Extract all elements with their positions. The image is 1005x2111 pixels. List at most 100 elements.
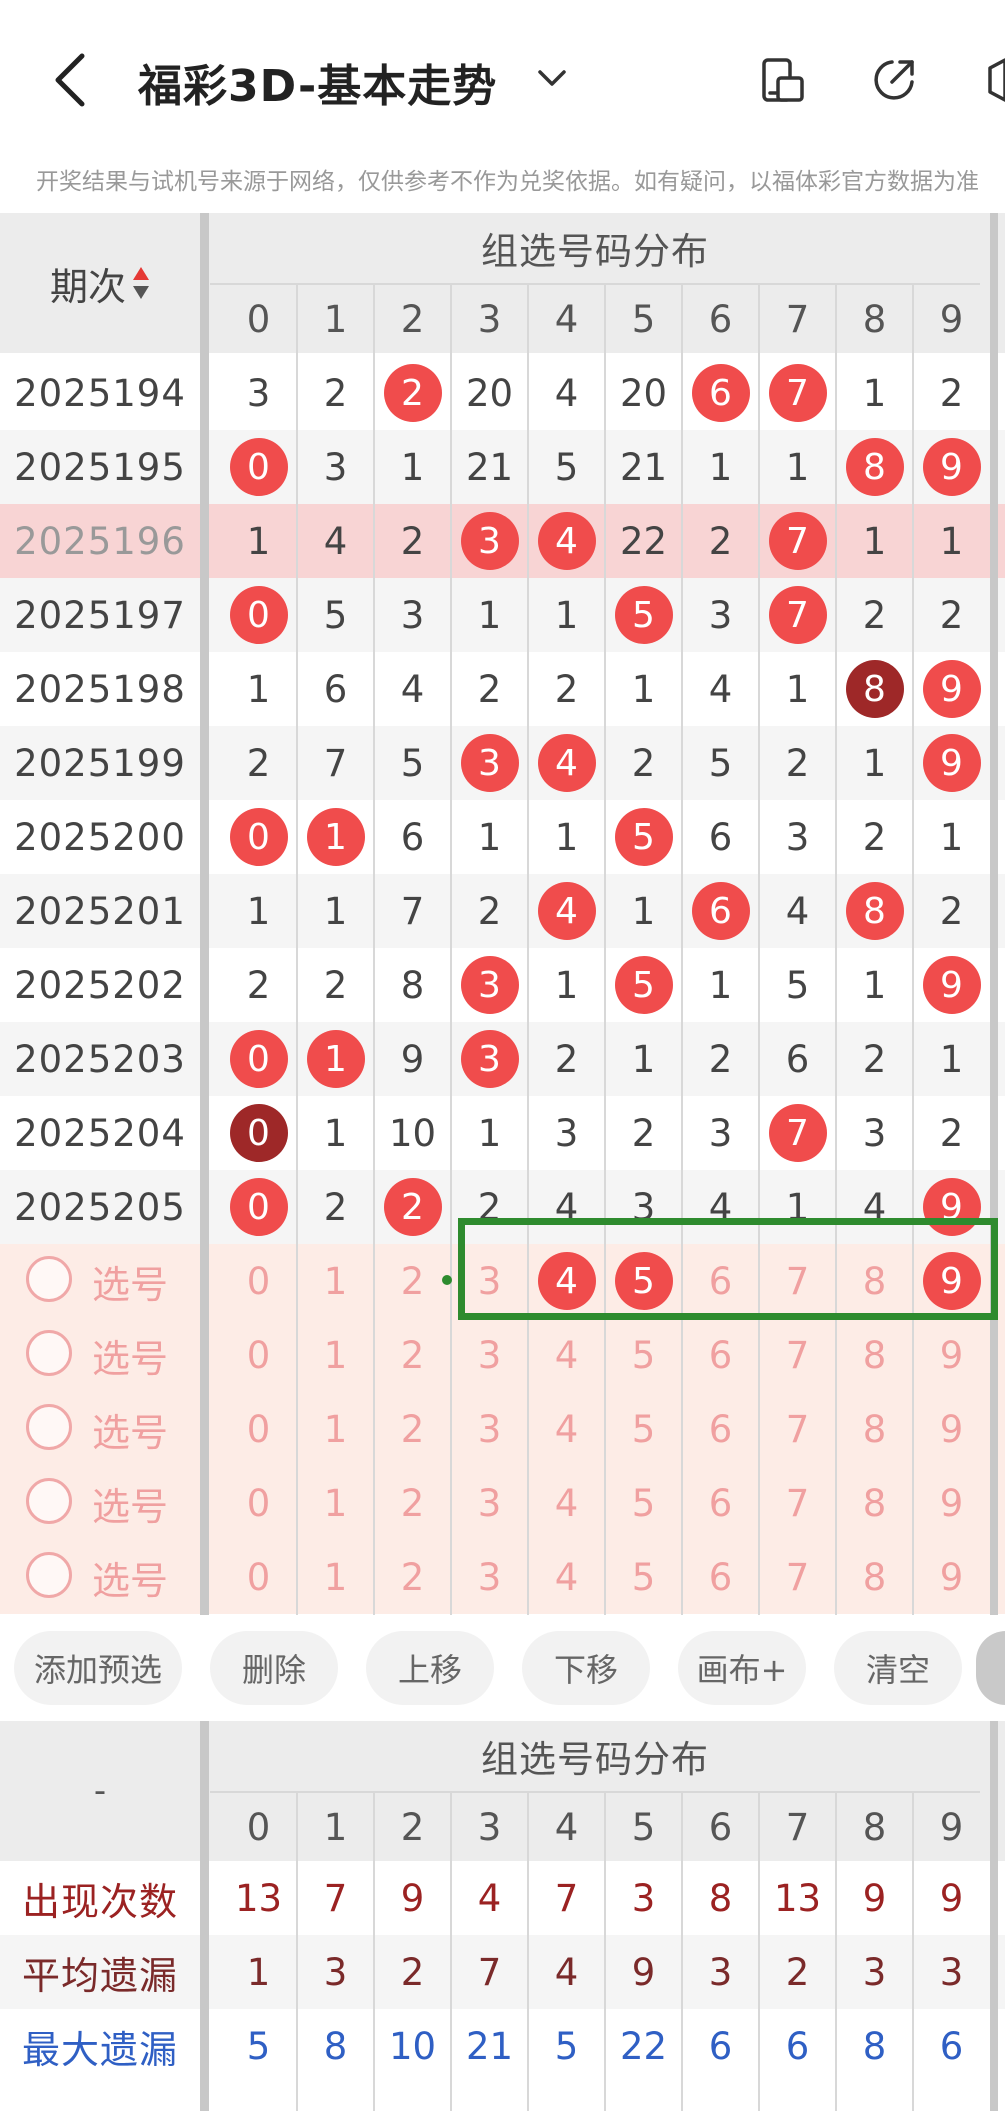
select-digit[interactable]: 7 [759,1318,836,1392]
select-digit[interactable]: 0 [220,1392,297,1466]
trend-cell: 8 [836,874,913,948]
period-header[interactable]: 期次 [0,213,200,353]
select-digit[interactable]: 0 [220,1540,297,1614]
select-radio[interactable] [26,1404,72,1450]
select-digit[interactable]: 2 [374,1244,451,1318]
trend-cell: 2 [554,1037,579,1081]
clear-button[interactable]: 清空 [834,1631,962,1705]
trend-cell: 21 [465,445,514,489]
select-radio[interactable] [26,1552,72,1598]
page-title[interactable]: 福彩3D-基本走势 [138,50,497,114]
trend-cell: 0 [220,578,297,652]
trend-cell: 5 [605,800,682,874]
select-digit[interactable]: 1 [297,1318,374,1392]
select-digit[interactable]: 2 [374,1466,451,1540]
select-digit[interactable]: 2 [374,1392,451,1466]
back-arrow-icon[interactable] [48,52,92,108]
device-icon[interactable] [760,56,808,104]
trend-cell: 8 [400,963,425,1007]
select-digit[interactable]: 0 [220,1466,297,1540]
select-digit[interactable]: 1 [297,1540,374,1614]
right-divider [990,213,998,1615]
select-radio[interactable] [26,1256,72,1302]
select-digit[interactable]: 0 [220,1244,297,1318]
trend-cell: 4 [708,667,733,711]
trend-cell: 2 [477,889,502,933]
select-digit[interactable]: 1 [297,1244,374,1318]
settings-icon[interactable] [982,56,1005,104]
select-digit[interactable]: 5 [605,1318,682,1392]
select-digit[interactable]: 2 [374,1540,451,1614]
select-digit[interactable]: 1 [297,1392,374,1466]
select-digit[interactable]: 8 [836,1318,913,1392]
trend-cell: 1 [554,963,579,1007]
select-digit[interactable]: 6 [682,1540,759,1614]
chevron-down-icon[interactable] [536,64,568,92]
select-row[interactable]: 选号 0 1 2 3 4 5 6 7 8 9 [0,1466,1005,1540]
select-digit[interactable]: 3 [451,1392,528,1466]
move-up-button[interactable]: 上移 [366,1631,494,1705]
select-digit[interactable]: 7 [759,1466,836,1540]
canvas-plus-button[interactable]: 画布+ [678,1631,806,1705]
trend-cell: 2 [939,889,964,933]
trend-cell: 6 [708,815,733,859]
select-digit[interactable]: 4 [528,1392,605,1466]
digit-header: 6 [708,297,733,341]
select-radio[interactable] [26,1330,72,1376]
select-digit[interactable]: 2 [374,1318,451,1392]
select-digit[interactable]: 6 [682,1392,759,1466]
select-digit[interactable]: 1 [297,1466,374,1540]
select-digit[interactable]: 9 [913,1466,990,1540]
trend-cell: 22 [619,519,668,563]
collapse-button[interactable] [976,1631,1005,1705]
select-digit[interactable]: 5 [605,1392,682,1466]
number-ball: 3 [460,956,519,1014]
select-digit[interactable]: 9 [913,1318,990,1392]
stats-cell: 13 [234,1876,283,1920]
select-row[interactable]: 选号 0 1 2 3 4 5 6 7 8 9 [0,1392,1005,1466]
stats-cell: 5 [246,2024,271,2068]
stats-column-divider [373,1793,375,2111]
share-icon[interactable] [870,56,918,104]
select-digit[interactable]: 0 [220,1318,297,1392]
select-digit[interactable]: 9 [913,1392,990,1466]
stats-row: 平均遗漏 1 3 2 7 4 9 3 2 3 3 [0,1935,1005,2009]
select-digit[interactable]: 7 [759,1392,836,1466]
select-digit[interactable]: 3 [451,1466,528,1540]
select-radio[interactable] [26,1478,72,1524]
period-number: 2025201 [14,889,186,933]
add-preselect-button[interactable]: 添加预选 [14,1631,182,1705]
select-digit[interactable]: 9 [913,1540,990,1614]
move-down-button[interactable]: 下移 [522,1631,650,1705]
select-digit[interactable]: 8 [836,1392,913,1466]
select-digit[interactable]: 8 [836,1540,913,1614]
top-bar: 福彩3D-基本走势 开奖结果与试机号来源于网络，仅供参考不作为兑奖依据。如有疑问… [0,0,1005,195]
select-digit[interactable]: 6 [682,1466,759,1540]
select-digit[interactable]: 3 [451,1540,528,1614]
select-digit[interactable]: 5 [605,1540,682,1614]
trend-cell: 0 [220,1022,297,1096]
trend-cell: 4 [528,874,605,948]
select-digit[interactable]: 3 [451,1318,528,1392]
stats-column-divider [527,1793,529,2111]
trend-cell: 2 [323,371,348,415]
table-row: 2025198 1 6 4 2 2 1 4 1 8 9 [0,652,1005,726]
sort-icon[interactable] [132,265,150,301]
digit-header: 8 [862,297,887,341]
trend-cell: 3 [451,1022,528,1096]
select-row[interactable]: 选号 0 1 2 3 4 5 6 7 8 9 [0,1540,1005,1614]
select-digit[interactable]: 4 [528,1540,605,1614]
select-row[interactable]: 选号 0 1 2 3 4 5 6 7 8 9 [0,1318,1005,1392]
select-digit[interactable]: 8 [836,1466,913,1540]
delete-button[interactable]: 删除 [210,1631,338,1705]
select-digit[interactable]: 5 [605,1466,682,1540]
select-digit[interactable]: 6 [682,1318,759,1392]
select-digit[interactable]: 4 [528,1318,605,1392]
select-digit[interactable]: 7 [759,1540,836,1614]
select-digit[interactable]: 4 [528,1466,605,1540]
trend-cell: 9 [400,1037,425,1081]
number-ball: 7 [768,512,827,570]
group-title: 组选号码分布 [481,230,709,273]
trend-cell: 1 [939,1037,964,1081]
stats-digit-header: 3 [477,1805,502,1849]
